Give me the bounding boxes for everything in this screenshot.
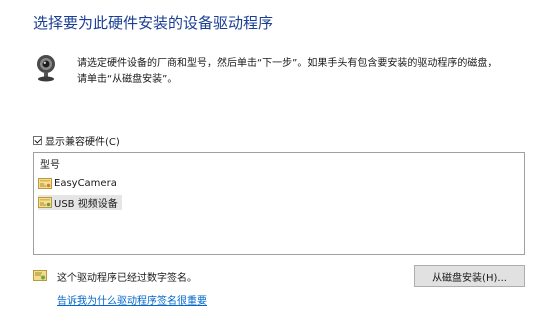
webcam-icon xyxy=(37,55,55,82)
model-listbox[interactable]: 型号 EasyCamera USB 视频设备 xyxy=(33,152,525,255)
signature-status: 这个驱动程序已经过数字签名。 xyxy=(57,273,197,284)
list-item-easycamera[interactable]: EasyCamera xyxy=(38,176,121,191)
have-disk-button[interactable]: 从磁盘安装(H)... xyxy=(414,265,525,287)
list-item-label: EasyCamera xyxy=(54,178,117,189)
certificate-icon xyxy=(33,270,47,281)
driver-icon xyxy=(38,197,52,208)
instructions-text: 请选定硬件设备的厂商和型号，然后单击“下一步”。如果手头有包含要安装的驱动程序的… xyxy=(77,56,537,88)
show-compatible-label: 显示兼容硬件(C) xyxy=(45,136,120,148)
instructions-line-2: 请单击“从磁盘安装”。 xyxy=(77,74,178,85)
driver-icon xyxy=(38,178,52,189)
checkbox-checked[interactable] xyxy=(33,135,42,145)
list-item-label: USB 视频设备 xyxy=(54,199,118,210)
show-compatible-checkbox[interactable]: 显示兼容硬件(C) xyxy=(33,133,120,148)
model-column-header: 型号 xyxy=(40,160,60,171)
list-item-usb-video-device[interactable]: USB 视频设备 xyxy=(38,195,122,210)
page-title: 选择要为此硬件安装的设备驱动程序 xyxy=(33,14,274,32)
instructions-line-1: 请选定硬件设备的厂商和型号，然后单击“下一步”。如果手头有包含要安装的驱动程序的… xyxy=(77,58,498,69)
signature-info-link[interactable]: 告诉我为什么驱动程序签名很重要 xyxy=(57,292,207,307)
